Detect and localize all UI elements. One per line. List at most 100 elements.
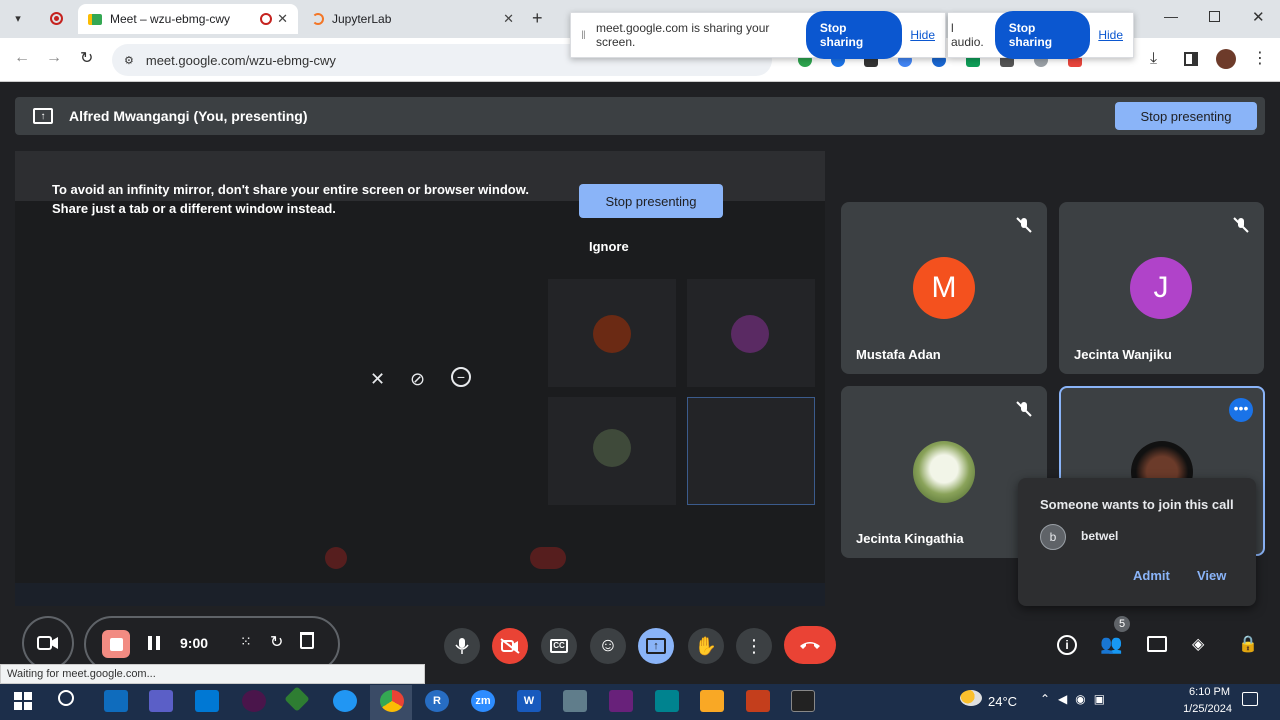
minimize-icon[interactable]: — [1164,8,1178,24]
reload-icon[interactable]: ↻ [80,48,93,68]
windows-start-icon[interactable] [14,692,32,710]
camera-button[interactable] [492,628,528,664]
chat-icon[interactable] [1147,636,1167,652]
jupyter-favicon-icon [312,13,324,25]
mirror-avatar [593,315,631,353]
menu-icon[interactable]: ⋮ [1252,48,1268,68]
stop-sharing-button[interactable]: Stop sharing [805,11,903,59]
participant-name: Jecinta Kingathia [856,531,964,546]
terminal-app-icon[interactable] [791,690,815,712]
restart-icon[interactable]: ↻ [270,632,283,652]
vscode-app-icon[interactable] [195,690,219,712]
mirror-avatar [731,315,769,353]
hide-notification-link[interactable]: Hide [910,28,935,42]
new-tab-button[interactable]: + [532,8,543,29]
back-icon[interactable]: ← [14,49,30,67]
maximize-icon[interactable] [1209,11,1220,22]
tab-jupyterlab-label: JupyterLab [332,12,392,26]
emoji-icon: ☺ [598,635,618,656]
reactions-button[interactable]: ☺ [590,628,626,664]
people-icon[interactable]: 👥 [1100,634,1122,655]
clock-time[interactable]: 6:10 PM [1180,686,1230,698]
admit-button[interactable]: Admit [1133,568,1170,583]
word-app-icon[interactable]: W [517,690,541,712]
search-icon[interactable] [58,690,74,706]
teams-app-icon[interactable] [149,690,173,712]
participant-tile[interactable]: Jecinta Kingathia [841,386,1047,558]
mirror-warning-line1: To avoid an infinity mirror, don't share… [52,182,529,197]
mirror-tile [687,397,815,505]
participant-tile[interactable]: J Jecinta Wanjiku [1059,202,1264,374]
weather-icon[interactable] [960,690,982,706]
close-window-icon[interactable]: ✕ [1252,8,1265,26]
more-options-button[interactable]: ⋮ [736,628,772,664]
meet-stage: ↑ Alfred Mwangangi (You, presenting) Sto… [0,82,1280,664]
download-icon[interactable]: ⤓ [1150,50,1157,68]
share-notification-text: meet.google.com is sharing your screen. [595,21,770,49]
stop-presenting-center-button[interactable]: Stop presenting [579,184,723,218]
present-button[interactable]: ↑ [638,628,674,664]
camera-toggle-circle[interactable] [22,616,74,670]
stop-sharing-button[interactable]: Stop sharing [994,11,1091,59]
remove-icon: − [451,367,471,387]
git-app-icon[interactable] [563,690,587,712]
mic-button[interactable] [444,628,480,664]
hide-notification-link[interactable]: Hide [1098,28,1123,42]
tray-icons[interactable]: ⌃◀◉▣ [1040,692,1113,706]
site-info-icon[interactable]: ⚙ [124,54,134,67]
notifications-icon[interactable] [1242,692,1258,706]
drag-handle-icon[interactable]: ‖ [581,28,586,42]
captions-button[interactable]: CC [541,628,577,664]
drag-grid-icon[interactable]: ⁙ [240,633,252,650]
file-explorer-app-icon[interactable] [700,690,724,712]
avatar: J [1130,257,1192,319]
browser-status-bar: Waiting for meet.google.com... [0,664,425,684]
recording-tab-icon[interactable] [50,12,63,25]
sidepanel-icon[interactable] [1184,52,1198,66]
screen-share-preview: ✕ ⊘ − To avoid an infinity mirror, don't… [15,151,825,606]
raise-hand-button[interactable]: ✋ [688,628,724,664]
tab-close-icon[interactable]: ✕ [503,11,514,27]
muted-mic-icon [1015,400,1033,418]
stop-recording-button[interactable] [102,630,130,658]
tab-meet[interactable]: Meet – wzu-ebmg-cwy ✕ [78,4,298,34]
delete-recording-icon[interactable] [300,632,314,649]
view-button[interactable]: View [1197,568,1226,583]
slack-app-icon[interactable] [242,690,266,712]
r-app-icon[interactable]: R [425,690,449,712]
meeting-info-icon[interactable]: i [1057,635,1077,655]
weather-temp[interactable]: 24°C [988,694,1017,709]
clock-date[interactable]: 1/25/2024 [1172,703,1232,715]
join-request-title: Someone wants to join this call [1040,497,1234,512]
forward-icon[interactable]: → [46,49,62,67]
camera-off-icon: ⊘ [410,369,426,389]
stop-presenting-button[interactable]: Stop presenting [1115,102,1257,130]
recording-dot-icon [260,13,273,25]
ignore-button[interactable]: Ignore [589,239,629,254]
profile-avatar[interactable] [1216,49,1236,69]
participant-tile[interactable]: M Mustafa Adan [841,202,1047,374]
camera-off-icon [500,638,520,654]
tab-close-icon[interactable]: ✕ [277,11,288,27]
host-controls-icon[interactable]: 🔒 [1238,634,1258,654]
tab-jupyterlab[interactable]: JupyterLab ✕ [302,4,524,34]
visual-studio-app-icon[interactable] [609,690,633,712]
powerpoint-app-icon[interactable] [746,690,770,712]
url-text: meet.google.com/wzu-ebmg-cwy [145,52,336,68]
meet-favicon-icon [88,13,102,25]
more-options-icon[interactable]: ••• [1229,398,1253,422]
screen-share-notification: ‖ meet.google.com is sharing your screen… [570,11,946,59]
activities-icon[interactable]: ◈ [1192,634,1204,654]
pause-recording-icon[interactable] [148,636,160,650]
avatar-photo [913,441,975,503]
hand-icon: ✋ [694,635,718,656]
leave-call-button[interactable] [784,626,836,664]
chrome-app-icon[interactable] [380,690,404,712]
zoom-app-icon[interactable]: zm [471,690,495,712]
browser-app-icon[interactable] [333,690,357,712]
tool-app-icon[interactable] [655,690,679,712]
outlook-app-icon[interactable] [104,690,128,712]
present-screen-icon: ↑ [33,108,53,124]
video-camera-icon [37,636,58,650]
tab-search-button[interactable]: ▾ [8,9,28,29]
